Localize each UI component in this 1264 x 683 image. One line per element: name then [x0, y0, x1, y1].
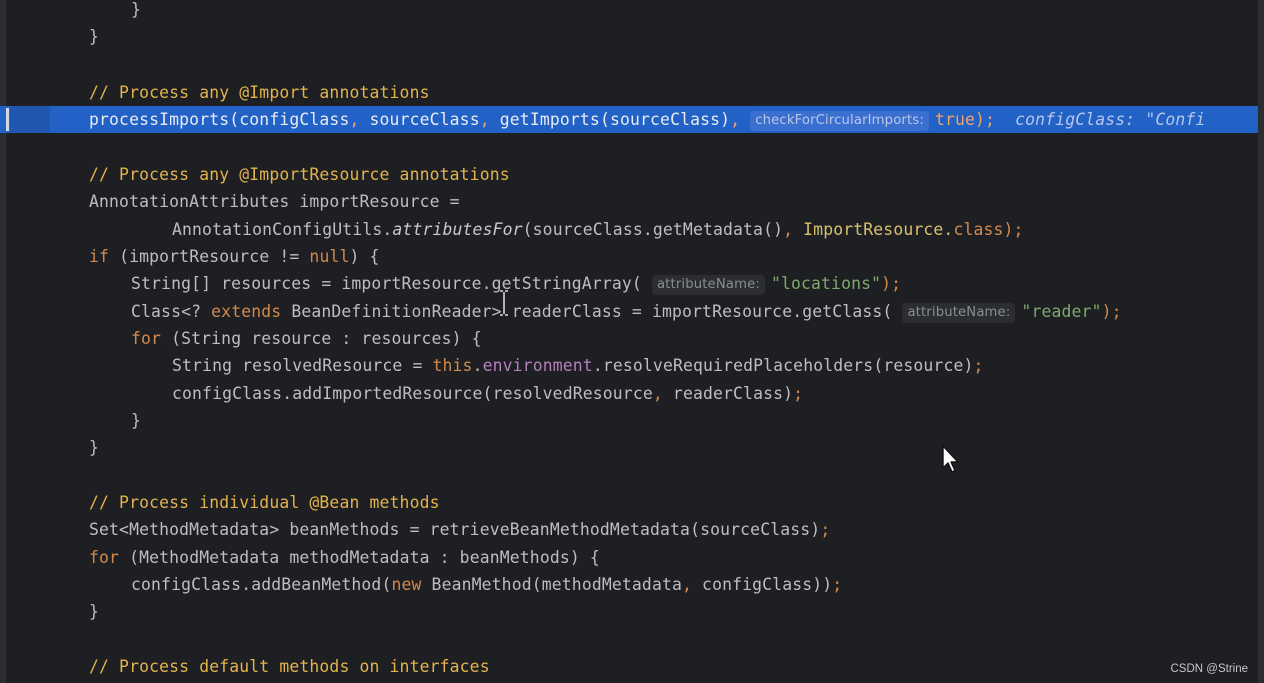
code-line[interactable]: AnnotationAttributes importResource = [0, 188, 1258, 215]
inline-debug-value: configClass: "Confi [1015, 110, 1206, 129]
code-line[interactable]: // Process any @ImportResource annotatio… [0, 161, 1258, 188]
code-comment: // Process default methods on interfaces [89, 657, 490, 676]
parameter-hint: attributeName: [902, 303, 1016, 323]
code-text: AnnotationAttributes importResource = [89, 192, 460, 211]
code-line[interactable]: // Process individual @Bean methods [0, 489, 1258, 516]
closing-brace: } [131, 411, 142, 430]
code-line[interactable]: Set<MethodMetadata> beanMethods = retrie… [0, 516, 1258, 543]
code-text: Set<MethodMetadata> beanMethods = retrie… [89, 520, 831, 539]
code-comment: // Process any @Import annotations [89, 83, 430, 102]
code-line[interactable]: } [0, 0, 1258, 23]
code-line[interactable]: // Process any @Import annotations [0, 79, 1258, 106]
code-line[interactable]: String[] resources = importResource.getS… [0, 270, 1258, 297]
code-text: String[] resources = importResource.getS… [131, 274, 902, 295]
code-comment: // Process any @ImportResource annotatio… [89, 165, 510, 184]
watermark: CSDN @Strine [1170, 663, 1249, 675]
code-line[interactable]: for (String resource : resources) { [0, 325, 1258, 352]
code-editor[interactable]: } } // Process any @Import annotations p… [0, 0, 1258, 683]
code-line[interactable]: for (MethodMetadata methodMetadata : bea… [0, 544, 1258, 571]
code-text: AnnotationConfigUtils.attributesFor(sour… [172, 220, 1024, 239]
code-line[interactable]: Class<? extends BeanDefinitionReader> re… [0, 298, 1258, 325]
ide-editor-screen: } } // Process any @Import annotations p… [0, 0, 1264, 683]
code-line[interactable]: configClass.addBeanMethod(new BeanMethod… [0, 571, 1258, 598]
code-text: for (MethodMetadata methodMetadata : bea… [89, 548, 600, 567]
editor-scrollbar-rail[interactable] [1258, 0, 1264, 683]
code-text: for (String resource : resources) { [131, 329, 482, 348]
code-line[interactable]: String resolvedResource = this.environme… [0, 352, 1258, 379]
gutter-highlight [10, 106, 50, 133]
process-imports-call: processImports(configClass, sourceClass,… [89, 110, 1206, 131]
code-line[interactable]: } [0, 434, 1258, 461]
code-line[interactable]: } [0, 598, 1258, 625]
closing-brace: } [89, 438, 100, 457]
current-execution-line[interactable]: processImports(configClass, sourceClass,… [0, 106, 1258, 133]
code-line[interactable]: AnnotationConfigUtils.attributesFor(sour… [0, 216, 1258, 243]
code-text: Class<? extends BeanDefinitionReader> re… [131, 302, 1122, 323]
code-line[interactable]: if (importResource != null) { [0, 243, 1258, 270]
parameter-hint: attributeName: [651, 275, 765, 295]
code-line[interactable]: // Process default methods on interfaces [0, 653, 1258, 680]
ibeam-cursor-icon [500, 290, 508, 316]
code-text: configClass.addBeanMethod(new BeanMethod… [131, 575, 843, 594]
code-text: String resolvedResource = this.environme… [172, 356, 984, 375]
execution-point-marker [6, 108, 9, 131]
closing-brace: } [89, 27, 100, 46]
arrow-cursor-icon [942, 445, 959, 473]
code-line[interactable]: } [0, 407, 1258, 434]
code-line[interactable]: configClass.addImportedResource(resolved… [0, 380, 1258, 407]
code-line[interactable]: } [0, 23, 1258, 50]
parameter-hint: checkForCircularImports: [750, 111, 929, 131]
code-text: configClass.addImportedResource(resolved… [172, 384, 804, 403]
code-text: if (importResource != null) { [89, 247, 380, 266]
closing-brace: } [89, 602, 100, 621]
code-comment: // Process individual @Bean methods [89, 493, 440, 512]
closing-brace: } [131, 0, 142, 19]
